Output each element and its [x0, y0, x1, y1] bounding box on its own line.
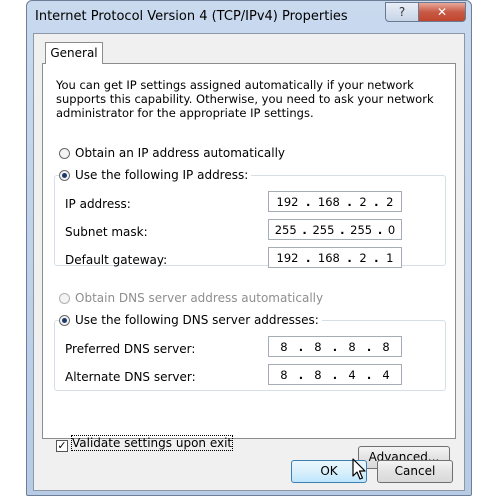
validate-settings-checkbox[interactable]: ✓ Validate settings upon exit	[56, 435, 234, 452]
radio-checked-icon	[59, 315, 70, 326]
use-following-dns-label: Use the following DNS server addresses:	[75, 313, 319, 327]
octet: 0	[387, 222, 396, 237]
close-icon: ✕	[436, 5, 448, 19]
preferred-dns-input[interactable]: 8. 8. 8. 8	[268, 336, 402, 357]
octet: 4	[348, 367, 356, 382]
octet: 255	[350, 222, 373, 237]
octet: 1	[386, 250, 394, 265]
description-text: You can get IP settings assigned automat…	[56, 78, 434, 120]
cancel-button[interactable]: Cancel	[377, 460, 453, 483]
close-button[interactable]: ✕	[418, 2, 466, 22]
radio-checked-icon	[59, 170, 70, 181]
tab-general[interactable]: General	[45, 42, 103, 64]
octet: 2	[359, 194, 367, 209]
dialog-client-area: General You can get IP settings assigned…	[33, 33, 465, 491]
use-following-ip-radio[interactable]: Use the following IP address:	[59, 168, 252, 182]
octet: 168	[317, 250, 340, 265]
alternate-dns-input[interactable]: 8. 8. 4. 4	[268, 364, 402, 385]
octet: 192	[276, 194, 299, 209]
subnet-mask-label: Subnet mask:	[65, 225, 148, 239]
octet: 192	[276, 250, 299, 265]
help-icon: ?	[398, 5, 406, 19]
octet: 2	[386, 194, 394, 209]
subnet-mask-input[interactable]: 255. 255. 255. 0	[268, 219, 402, 240]
alternate-dns-label: Alternate DNS server:	[65, 370, 196, 384]
ip-address-input[interactable]: 192. 168. 2. 2	[268, 191, 402, 212]
preferred-dns-label: Preferred DNS server:	[65, 342, 196, 356]
octet: 8	[314, 367, 322, 382]
obtain-ip-auto-label: Obtain an IP address automatically	[75, 146, 286, 160]
use-following-ip-label: Use the following IP address:	[75, 168, 249, 182]
help-button[interactable]: ?	[385, 2, 419, 22]
octet: 8	[382, 339, 390, 354]
octet: 168	[317, 194, 340, 209]
ip-address-label: IP address:	[65, 197, 131, 211]
general-tab-panel: You can get IP settings assigned automat…	[42, 63, 456, 469]
octet: 8	[348, 339, 356, 354]
checkmark-icon: ✓	[56, 439, 68, 452]
obtain-ip-auto-radio[interactable]: Obtain an IP address automatically	[59, 146, 285, 160]
octet: 8	[280, 339, 288, 354]
dialog-window: Internet Protocol Version 4 (TCP/IPv4) P…	[26, 0, 472, 496]
dialog-title: Internet Protocol Version 4 (TCP/IPv4) P…	[35, 9, 348, 24]
validate-settings-label: Validate settings upon exit	[70, 435, 234, 451]
default-gateway-input[interactable]: 192. 168. 2. 1	[268, 247, 402, 268]
octet: 4	[382, 367, 390, 382]
title-bar[interactable]: Internet Protocol Version 4 (TCP/IPv4) P…	[27, 1, 471, 33]
octet: 2	[359, 250, 367, 265]
arrow-cursor-icon	[352, 458, 366, 480]
use-following-dns-radio[interactable]: Use the following DNS server addresses:	[59, 313, 322, 327]
obtain-dns-auto-label: Obtain DNS server address automatically	[75, 291, 324, 305]
octet: 255	[312, 222, 335, 237]
default-gateway-label: Default gateway:	[65, 253, 168, 267]
radio-unchecked-icon	[59, 293, 70, 304]
radio-unchecked-icon	[59, 148, 70, 159]
obtain-dns-auto-radio[interactable]: Obtain DNS server address automatically	[59, 291, 323, 305]
octet: 8	[280, 367, 288, 382]
octet: 255	[274, 222, 297, 237]
octet: 8	[314, 339, 322, 354]
